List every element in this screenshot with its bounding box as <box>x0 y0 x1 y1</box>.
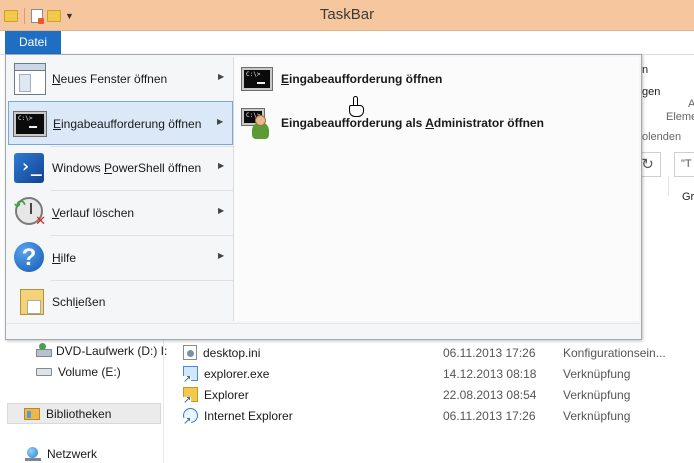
table-row[interactable]: Internet Explorer 06.11.2013 17:26 Verkn… <box>0 405 694 426</box>
menu-item-label: Eingabeaufforderung öffnen <box>53 117 202 131</box>
folder-shortcut-icon <box>183 387 198 405</box>
file-date: 22.08.2013 08:54 <box>443 388 537 402</box>
file-menu-footer <box>7 323 640 338</box>
submenu-item-label: Eingabeaufforderung als Administrator öf… <box>281 116 544 130</box>
menu-item-powershell[interactable]: Windows PowerShell öffnen ▶ <box>8 146 233 190</box>
tab-file[interactable]: Datei <box>5 31 61 54</box>
submenu-arrow-icon: ▶ <box>218 161 225 170</box>
search-input[interactable]: "T <box>674 152 694 177</box>
file-type: Verknüpfung <box>563 409 631 423</box>
menu-item-label: Windows PowerShell öffnen <box>52 161 202 175</box>
ribbon-partial-label: A <box>688 98 694 110</box>
file-name: explorer.exe <box>204 366 270 381</box>
submenu-item-label: Eingabeaufforderung öffnen <box>281 72 443 86</box>
file-type: Konfigurationsein... <box>563 346 666 360</box>
menu-item-label: Schließen <box>52 295 106 309</box>
submenu-arrow-icon: ▶ <box>218 206 225 215</box>
undo-arrow-icon: ↶ <box>14 197 26 213</box>
menu-item-new-window[interactable]: Neues Fenster öffnen ▶ <box>8 57 233 101</box>
clear-history-icon: ↶ <box>14 197 46 229</box>
file-type: Verknüpfung <box>563 367 631 381</box>
admin-user-head-icon <box>255 115 266 126</box>
submenu-item-open-command-prompt[interactable]: Eingabeaufforderung öffnen <box>239 60 637 104</box>
command-prompt-icon <box>241 67 273 91</box>
window-title: TaskBar <box>319 6 375 23</box>
shortcut-icon <box>183 366 198 384</box>
menu-item-label: Neues Fenster öffnen <box>52 72 168 86</box>
refresh-icon: ↻ <box>641 156 654 173</box>
table-row[interactable]: desktop.ini 06.11.2013 17:26 Konfigurati… <box>0 342 694 363</box>
menu-item-command-prompt[interactable]: Eingabeaufforderung öffnen ▶ <box>8 101 233 145</box>
ini-file-icon <box>183 345 197 360</box>
file-type: Verknüpfung <box>563 388 631 402</box>
nav-item-label: Netzwerk <box>47 447 98 461</box>
menu-item-clear-history[interactable]: ↶ Verlauf löschen ▶ <box>8 191 233 235</box>
file-date: 14.12.2013 08:18 <box>443 367 537 381</box>
table-row[interactable]: Explorer 22.08.2013 08:54 Verknüpfung <box>0 384 694 405</box>
ribbon-partial-label: Eleme <box>666 111 694 123</box>
close-folder-icon <box>20 289 44 315</box>
file-name: desktop.ini <box>203 345 261 360</box>
file-name: Internet Explorer <box>204 408 293 423</box>
menu-item-label: Verlauf löschen <box>52 206 135 220</box>
menu-item-label: Hilfe <box>52 251 77 265</box>
ribbon-partial-label: gen <box>642 86 661 98</box>
column-header-partial: Gr <box>682 191 694 203</box>
file-menu-commands: Neues Fenster öffnen ▶ Eingabeaufforderu… <box>7 56 233 326</box>
submenu-arrow-icon: ▶ <box>218 251 225 260</box>
help-icon <box>14 242 44 272</box>
file-menu: Neues Fenster öffnen ▶ Eingabeaufforderu… <box>5 54 642 340</box>
title-bar: ▼ TaskBar <box>0 0 694 31</box>
nav-item-network[interactable]: Netzwerk <box>25 447 97 461</box>
file-date: 06.11.2013 17:26 <box>443 346 536 360</box>
command-prompt-submenu: Eingabeaufforderung öffnen Eingabeauffor… <box>233 57 639 321</box>
new-window-icon <box>14 63 46 95</box>
ribbon-tab-strip <box>0 31 694 55</box>
admin-command-prompt-icon <box>241 108 274 141</box>
ribbon-partial-label: olenden <box>642 131 682 143</box>
submenu-arrow-icon: ▶ <box>217 117 224 126</box>
file-date: 06.11.2013 17:26 <box>443 409 536 423</box>
network-icon <box>25 447 41 461</box>
ie-shortcut-icon <box>183 408 198 426</box>
submenu-arrow-icon: ▶ <box>218 72 225 81</box>
powershell-icon <box>14 153 44 183</box>
file-name: Explorer <box>204 387 249 402</box>
command-prompt-icon <box>13 111 47 137</box>
column-divider <box>668 176 669 196</box>
table-row[interactable]: explorer.exe 14.12.2013 08:18 Verknüpfun… <box>0 363 694 384</box>
menu-item-help[interactable]: Hilfe ▶ <box>8 236 233 280</box>
menu-item-close[interactable]: Schließen <box>8 280 233 324</box>
submenu-item-open-admin-command-prompt[interactable]: Eingabeaufforderung als Administrator öf… <box>239 104 637 148</box>
hand-cursor-icon <box>348 96 366 118</box>
ribbon-partial-label: n <box>642 64 649 76</box>
